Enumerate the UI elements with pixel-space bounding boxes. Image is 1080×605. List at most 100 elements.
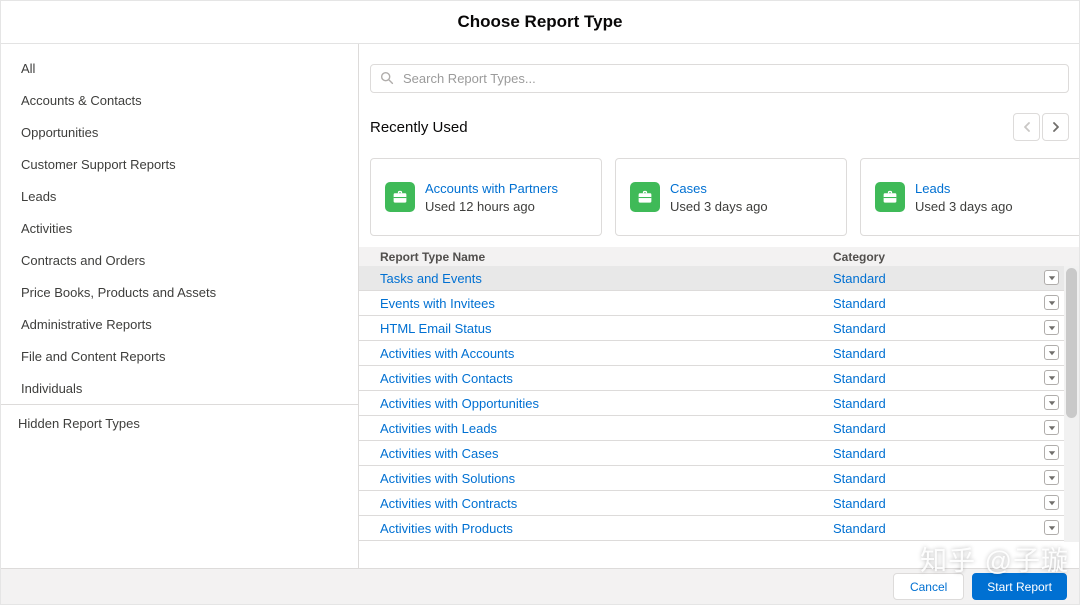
recent-card-title[interactable]: Accounts with Partners bbox=[425, 181, 558, 196]
sidebar-item-label: File and Content Reports bbox=[21, 349, 166, 364]
table-row[interactable]: Activities with Accounts Standard bbox=[359, 341, 1079, 366]
table-row[interactable]: HTML Email Status Standard bbox=[359, 316, 1079, 341]
sidebar-item-label: Opportunities bbox=[21, 125, 98, 140]
recent-card-text: Leads Used 3 days ago bbox=[915, 181, 1013, 214]
report-type-name-link[interactable]: Events with Invitees bbox=[359, 296, 833, 311]
report-type-name-link[interactable]: Activities with Contracts bbox=[359, 496, 833, 511]
report-type-briefcase-icon bbox=[875, 182, 905, 212]
column-header-report-type-name: Report Type Name bbox=[359, 250, 833, 264]
chevron-down-icon bbox=[1048, 275, 1056, 281]
report-type-name-link[interactable]: Activities with Cases bbox=[359, 446, 833, 461]
table-row[interactable]: Activities with Leads Standard bbox=[359, 416, 1079, 441]
recent-card-title[interactable]: Cases bbox=[670, 181, 768, 196]
table-row[interactable]: Activities with Opportunities Standard bbox=[359, 391, 1079, 416]
row-dropdown-button[interactable] bbox=[1044, 445, 1059, 460]
row-dropdown-button[interactable] bbox=[1044, 345, 1059, 360]
sidebar-item-label: All bbox=[21, 61, 35, 76]
chevron-down-icon bbox=[1048, 350, 1056, 356]
sidebar-item-category[interactable]: Activities bbox=[1, 212, 358, 244]
sidebar-item-category[interactable]: Individuals bbox=[1, 372, 358, 404]
report-type-category: Standard bbox=[833, 446, 1079, 461]
search-bar bbox=[370, 64, 1069, 93]
table-row[interactable]: Activities with Solutions Standard bbox=[359, 466, 1079, 491]
row-dropdown-button[interactable] bbox=[1044, 520, 1059, 535]
sidebar-item-label: Activities bbox=[21, 221, 72, 236]
report-category-sidebar: All Accounts & Contacts Opportunities Cu… bbox=[1, 44, 359, 568]
table-row[interactable]: Events with Invitees Standard bbox=[359, 291, 1079, 316]
report-type-briefcase-icon bbox=[385, 182, 415, 212]
chevron-down-icon bbox=[1048, 325, 1056, 331]
row-dropdown-button[interactable] bbox=[1044, 420, 1059, 435]
choose-report-type-modal: Choose Report Type All Accounts & Contac… bbox=[0, 0, 1080, 605]
recent-card-subtitle: Used 12 hours ago bbox=[425, 199, 558, 214]
report-type-name-link[interactable]: Activities with Contacts bbox=[359, 371, 833, 386]
chevron-down-icon bbox=[1048, 375, 1056, 381]
chevron-down-icon bbox=[1048, 475, 1056, 481]
modal-header: Choose Report Type bbox=[1, 1, 1079, 44]
row-dropdown-button[interactable] bbox=[1044, 495, 1059, 510]
recent-card-title[interactable]: Leads bbox=[915, 181, 1013, 196]
cancel-button[interactable]: Cancel bbox=[893, 573, 964, 600]
report-type-name-link[interactable]: Activities with Leads bbox=[359, 421, 833, 436]
search-input[interactable] bbox=[370, 64, 1069, 93]
sidebar-item-category[interactable]: Leads bbox=[1, 180, 358, 212]
recently-used-header: Recently Used bbox=[370, 113, 1069, 141]
recent-report-card[interactable]: Accounts with Partners Used 12 hours ago bbox=[370, 158, 602, 236]
report-type-briefcase-icon bbox=[630, 182, 660, 212]
table-row[interactable]: Tasks and Events Standard bbox=[359, 266, 1079, 291]
row-dropdown-button[interactable] bbox=[1044, 395, 1059, 410]
recent-card-subtitle: Used 3 days ago bbox=[670, 199, 768, 214]
chevron-down-icon bbox=[1048, 400, 1056, 406]
sidebar-item-category[interactable]: Customer Support Reports bbox=[1, 148, 358, 180]
start-report-button[interactable]: Start Report bbox=[972, 573, 1067, 600]
table-row[interactable]: Activities with Products Standard bbox=[359, 516, 1079, 541]
report-type-category: Standard bbox=[833, 346, 1079, 361]
report-type-category: Standard bbox=[833, 521, 1079, 536]
table-body: Tasks and Events Standard Events with In… bbox=[359, 266, 1079, 541]
sidebar-item-category[interactable]: Administrative Reports bbox=[1, 308, 358, 340]
report-type-name-link[interactable]: Tasks and Events bbox=[359, 271, 833, 286]
carousel-next-button[interactable] bbox=[1042, 113, 1069, 141]
recent-report-card[interactable]: Cases Used 3 days ago bbox=[615, 158, 847, 236]
sidebar-item-label: Administrative Reports bbox=[21, 317, 152, 332]
recently-used-cards: Accounts with Partners Used 12 hours ago bbox=[370, 158, 1079, 236]
sidebar-divider bbox=[1, 404, 358, 405]
sidebar-item-label: Accounts & Contacts bbox=[21, 93, 142, 108]
chevron-right-icon bbox=[1051, 121, 1061, 133]
recent-report-card[interactable]: Leads Used 3 days ago bbox=[860, 158, 1079, 236]
row-dropdown-button[interactable] bbox=[1044, 270, 1059, 285]
table-scrollbar-thumb[interactable] bbox=[1066, 268, 1077, 418]
table-row[interactable]: Activities with Cases Standard bbox=[359, 441, 1079, 466]
sidebar-item-hidden-report-types[interactable]: Hidden Report Types bbox=[1, 407, 358, 439]
row-dropdown-button[interactable] bbox=[1044, 295, 1059, 310]
sidebar-item-label: Price Books, Products and Assets bbox=[21, 285, 216, 300]
sidebar-item-category[interactable]: All bbox=[1, 52, 358, 84]
sidebar-item-category[interactable]: Price Books, Products and Assets bbox=[1, 276, 358, 308]
report-type-name-link[interactable]: HTML Email Status bbox=[359, 321, 833, 336]
chevron-down-icon bbox=[1048, 300, 1056, 306]
chevron-down-icon bbox=[1048, 525, 1056, 531]
recent-card-text: Cases Used 3 days ago bbox=[670, 181, 768, 214]
recent-card-subtitle: Used 3 days ago bbox=[915, 199, 1013, 214]
sidebar-item-category[interactable]: Accounts & Contacts bbox=[1, 84, 358, 116]
modal-body: All Accounts & Contacts Opportunities Cu… bbox=[1, 44, 1079, 568]
carousel-prev-button[interactable] bbox=[1013, 113, 1040, 141]
row-dropdown-button[interactable] bbox=[1044, 370, 1059, 385]
report-type-name-link[interactable]: Activities with Accounts bbox=[359, 346, 833, 361]
report-type-name-link[interactable]: Activities with Products bbox=[359, 521, 833, 536]
row-dropdown-button[interactable] bbox=[1044, 320, 1059, 335]
sidebar-item-label: Customer Support Reports bbox=[21, 157, 176, 172]
report-type-name-link[interactable]: Activities with Opportunities bbox=[359, 396, 833, 411]
table-header-row: Report Type Name Category bbox=[359, 247, 1079, 266]
table-row[interactable]: Activities with Contacts Standard bbox=[359, 366, 1079, 391]
report-type-category: Standard bbox=[833, 271, 1079, 286]
table-scrollbar-track[interactable] bbox=[1064, 266, 1079, 542]
sidebar-item-category[interactable]: File and Content Reports bbox=[1, 340, 358, 372]
report-type-category: Standard bbox=[833, 321, 1079, 336]
row-dropdown-button[interactable] bbox=[1044, 470, 1059, 485]
table-row[interactable]: Activities with Contracts Standard bbox=[359, 491, 1079, 516]
report-type-name-link[interactable]: Activities with Solutions bbox=[359, 471, 833, 486]
sidebar-item-category[interactable]: Opportunities bbox=[1, 116, 358, 148]
sidebar-item-category[interactable]: Contracts and Orders bbox=[1, 244, 358, 276]
recent-card-text: Accounts with Partners Used 12 hours ago bbox=[425, 181, 558, 214]
